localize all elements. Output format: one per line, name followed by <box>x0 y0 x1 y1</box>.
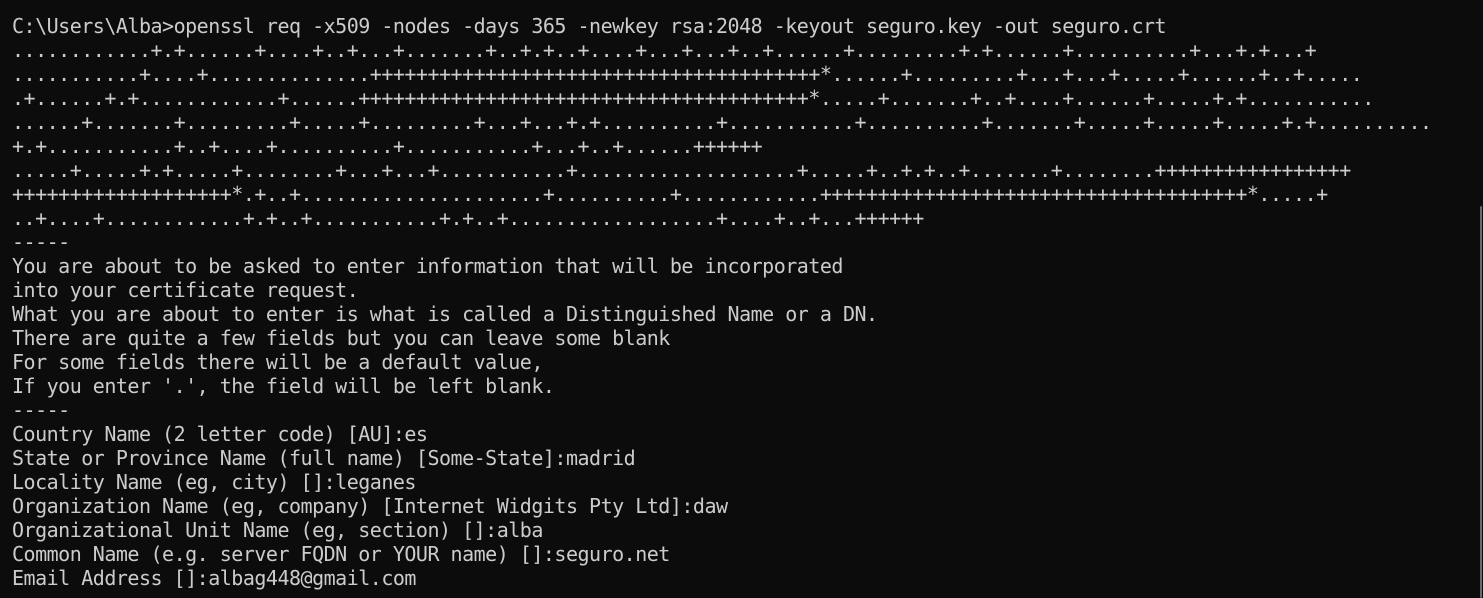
keygen-progress-line: ............+.+......+....+..+...+......… <box>12 38 1317 62</box>
keygen-progress-line: +++++++++++++++++++*.+..+...............… <box>12 182 1328 206</box>
terminal-output: C:\Users\Alba>openssl req -x509 -nodes -… <box>12 14 1483 590</box>
command-line: C:\Users\Alba>openssl req -x509 -nodes -… <box>12 14 1167 38</box>
prompt-organizational-unit: Organizational Unit Name (eg, section) [… <box>12 518 543 542</box>
prompt-state-name: State or Province Name (full name) [Some… <box>12 446 636 470</box>
keygen-progress-line: +.+...........+..+....+..........+......… <box>12 134 763 158</box>
prompt-email-address[interactable]: Email Address []:albag448@gmail.com <box>12 566 1483 590</box>
info-text-line: For some fields there will be a default … <box>12 350 543 374</box>
info-text-line: If you enter '.', the field will be left… <box>12 374 555 398</box>
prompt-common-name: Common Name (e.g. server FQDN or YOUR na… <box>12 542 670 566</box>
keygen-progress-line: .+......+.+............+......++++++++++… <box>12 86 1374 110</box>
keygen-progress-line: .....+.....+.+.....+........+...+...+...… <box>12 158 1351 182</box>
prompt-country-name: Country Name (2 letter code) [AU]:es <box>12 422 428 446</box>
info-text-line: There are quite a few fields but you can… <box>12 326 670 350</box>
separator-line: ----- <box>12 398 70 422</box>
separator-line: ----- <box>12 230 70 254</box>
info-text-line: You are about to be asked to enter infor… <box>12 254 843 278</box>
info-text-line: What you are about to enter is what is c… <box>12 302 878 326</box>
prompt-locality-name: Locality Name (eg, city) []:leganes <box>12 470 416 494</box>
scrollbar-thumb[interactable] <box>1480 206 1482 598</box>
terminal-window[interactable]: C:\Users\Alba>openssl req -x509 -nodes -… <box>0 0 1483 598</box>
keygen-progress-line: ...........+....+..............+++++++++… <box>12 62 1363 86</box>
info-text-line: into your certificate request. <box>12 278 359 302</box>
scrollbar[interactable] <box>1477 0 1483 598</box>
prompt-organization-name: Organization Name (eg, company) [Interne… <box>12 494 728 518</box>
keygen-progress-line: ..+....+............+.+..+...........+.+… <box>12 206 924 230</box>
keygen-progress-line: ......+.......+.........+.....+.........… <box>12 110 1432 134</box>
